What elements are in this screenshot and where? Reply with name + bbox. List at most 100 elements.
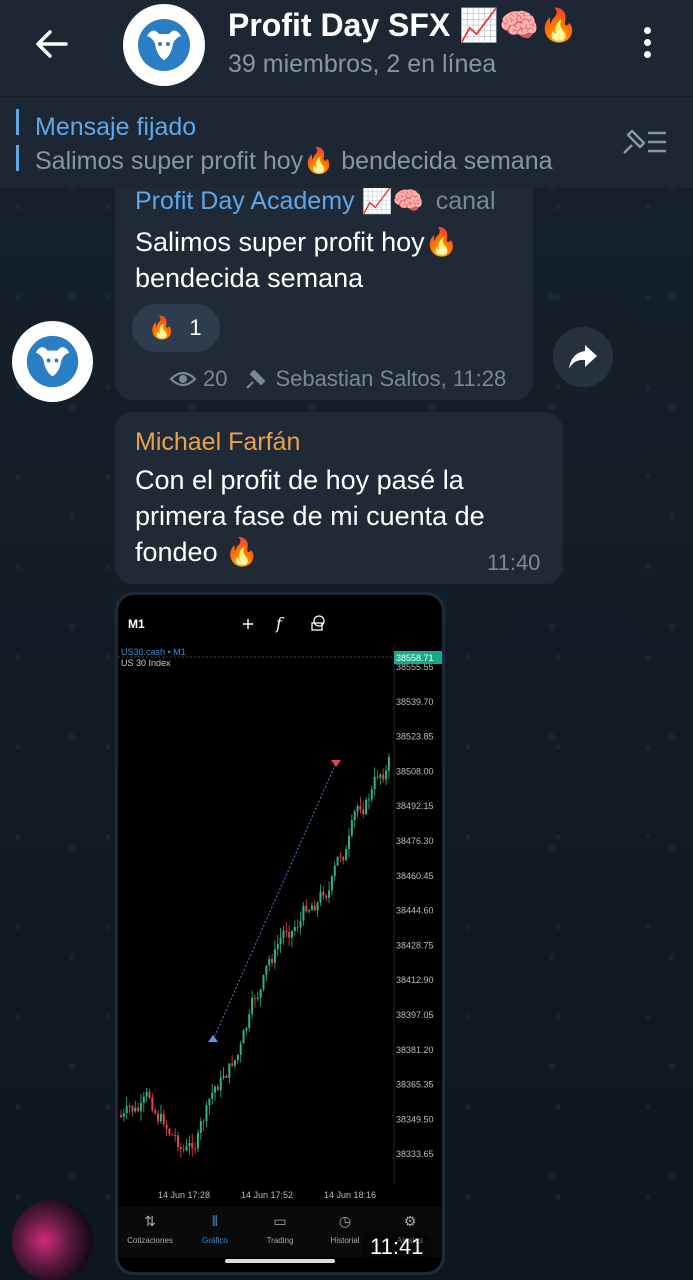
fire-reaction-icon: 🔥 [148,315,176,340]
dot-icon [643,51,651,58]
sender-name[interactable]: Profit Day Academy 📈🧠 [135,187,424,215]
nav-label[interactable]: Gráfico [202,1236,228,1245]
nav-icon[interactable]: ⇅ [144,1214,156,1230]
message-bubble[interactable]: Michael Farfán Con el profit de hoy pasé… [115,412,563,584]
candle-body [216,1086,219,1091]
price-tick: 38460.45 [396,871,434,881]
forwarded-message[interactable]: Profit Day Academy 📈🧠 canal Salimos super… [115,170,533,400]
candle-body [177,1135,179,1148]
more-menu-button[interactable] [632,24,662,64]
candle-body [293,927,296,932]
nav-label[interactable]: Historial [331,1236,360,1245]
nav-icon[interactable]: ⫴ [212,1214,218,1230]
candle-body [328,890,331,898]
candle-body [211,1092,214,1099]
nav-icon[interactable]: ◷ [339,1214,351,1230]
candle-body [256,997,259,999]
reaction-chip[interactable]: 🔥 1 [132,304,220,352]
back-button[interactable] [30,22,74,66]
candle-body [214,1086,217,1093]
candle-body [336,856,339,866]
candle-body [382,774,385,780]
dot-icon [643,39,651,46]
candle-body [296,927,299,929]
candle-body [122,1113,125,1117]
bull-logo-icon [12,321,93,402]
candle-body [259,989,262,998]
candle-body [154,1110,157,1114]
bull-logo-icon [124,5,204,85]
nav-icon[interactable]: ⚙ [404,1214,417,1230]
candle-body [291,931,293,938]
message-meta: 20 Sebastian Saltos, 11:28 [169,366,506,392]
candle-body [202,1121,205,1123]
candle-body [168,1128,171,1135]
candle-body [330,876,333,891]
message-text: Salimos super profit hoy🔥 bendecida sema… [135,227,459,293]
candle-body [322,891,325,896]
sender-avatar[interactable] [12,321,93,402]
candle-body [236,1054,239,1061]
chat-header: Profit Day SFX 📈🧠🔥 39 miembros, 2 en lín… [0,0,693,96]
dot-icon [643,27,651,34]
candle-body [191,1143,194,1149]
nav-label[interactable]: Cotizaciones [127,1236,173,1245]
candle-body [182,1149,185,1151]
time-tick: 14 Jun 17:52 [241,1190,293,1200]
price-tick: 38492.15 [396,801,434,811]
candle-body [219,1077,222,1091]
candle-body [145,1091,148,1097]
candle-body [262,975,265,990]
buy-marker-icon [208,1035,218,1042]
message-sender[interactable]: Profit Day Academy 📈🧠 canal [135,187,496,216]
candle-body [239,1043,242,1055]
candle-body [367,799,370,801]
nav-label[interactable]: Trading [267,1236,294,1245]
message-sender[interactable]: Michael Farfán [135,428,300,457]
candle-body [339,856,342,858]
candle-body [285,930,288,932]
candle-body [271,959,274,963]
candle-body [276,944,279,950]
candle-body [185,1146,188,1150]
candle-body [288,931,291,938]
shapes-icon [311,615,325,631]
candle-body [308,910,311,912]
candle-body [225,1075,228,1078]
candle-body [171,1134,174,1136]
pinned-indicator [16,109,19,173]
pinned-message-bar[interactable]: Mensaje fijado Salimos super profit hoy🔥… [0,96,693,188]
price-axis: 38555.5538539.7038523.8538508.0038492.15… [396,662,434,1159]
function-icon: f [275,614,285,633]
candle-body [273,949,276,963]
candle-body [222,1075,225,1078]
pin-list-button[interactable] [620,125,670,159]
forward-button[interactable] [553,327,613,387]
group-avatar[interactable] [123,4,205,86]
candle-body [362,809,365,815]
sell-marker-icon [331,760,341,767]
pin-icon [246,369,266,389]
price-tick: 38333.65 [396,1149,434,1159]
nav-icon[interactable]: ▭ [273,1214,286,1230]
candle-body [205,1105,208,1122]
index-name: US 30 Index [121,658,171,668]
trading-screenshot[interactable]: M1 f US30.cash • M1 US 30 Index 38555.55… [118,595,442,1272]
sender-avatar[interactable] [12,1200,93,1280]
candle-body [208,1098,211,1106]
price-tick: 38428.75 [396,940,434,950]
price-tick: 38444.60 [396,906,434,916]
time-tick: 14 Jun 18:16 [324,1190,376,1200]
pinned-label: Mensaje fijado [35,113,197,141]
candle-body [157,1113,160,1122]
image-message[interactable]: M1 f US30.cash • M1 US 30 Index 38555.55… [115,592,445,1275]
candle-body [265,965,268,976]
pinned-text: Salimos super profit hoy🔥 bendecida sema… [35,147,553,175]
candle-body [345,849,348,861]
chat-title[interactable]: Profit Day SFX 📈🧠🔥 [228,6,608,44]
share-arrow-icon [569,345,597,369]
timeframe-label: M1 [128,617,145,631]
candle-body [310,905,313,911]
candle-body [199,1121,202,1133]
candle-body [228,1063,231,1078]
